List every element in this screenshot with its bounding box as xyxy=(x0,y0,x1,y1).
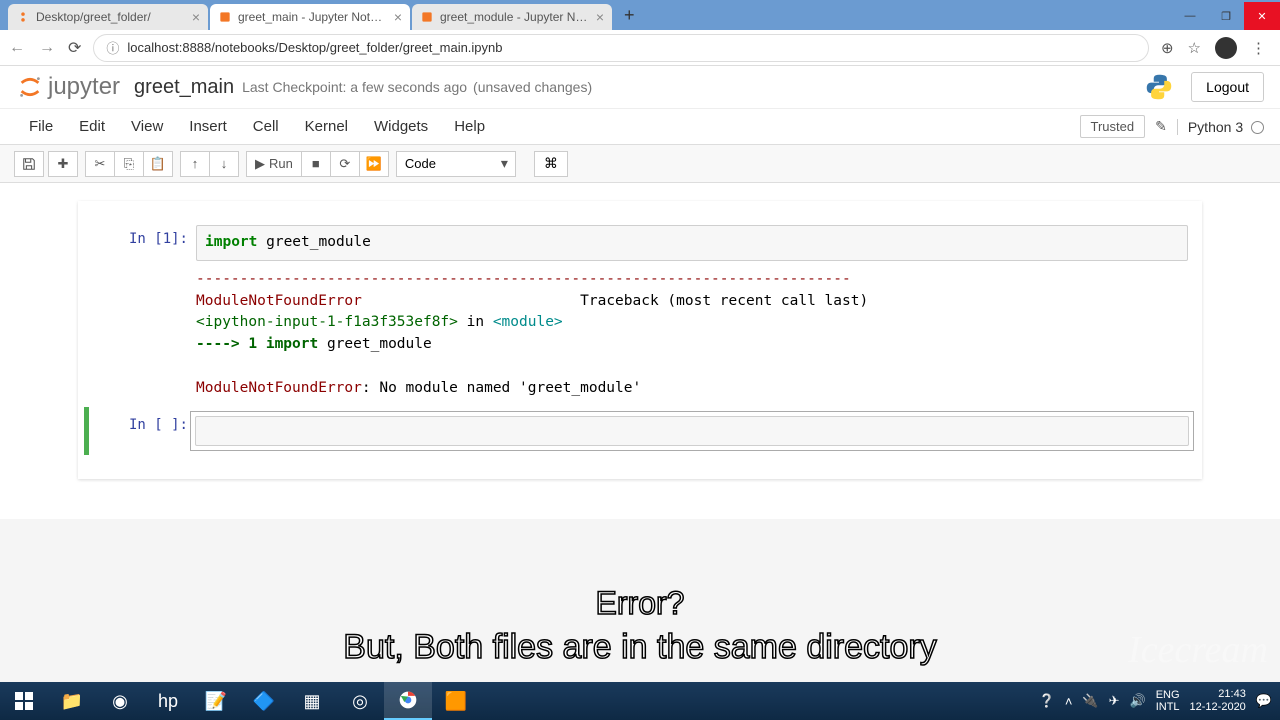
browser-tab-2[interactable]: greet_module - Jupyter Notebook × xyxy=(412,4,612,30)
close-icon[interactable]: × xyxy=(394,10,402,24)
move-up-button[interactable]: ↑ xyxy=(180,151,210,177)
file-explorer-icon[interactable]: 📁 xyxy=(48,682,96,720)
run-button[interactable]: ▶ Run xyxy=(246,151,302,177)
in-prompt: In [1]: xyxy=(86,225,196,407)
volume-icon[interactable]: 🔊 xyxy=(1130,693,1146,709)
maximize-button[interactable]: ❐ xyxy=(1208,2,1244,30)
start-button[interactable] xyxy=(0,682,48,720)
tab-title: greet_module - Jupyter Notebook xyxy=(440,10,590,24)
insert-cell-button[interactable]: ✚ xyxy=(48,151,78,177)
close-icon[interactable]: × xyxy=(596,10,604,24)
airplane-icon[interactable]: ✈ xyxy=(1109,693,1120,709)
browser-tab-1[interactable]: greet_main - Jupyter Notebook × xyxy=(210,4,410,30)
jupyter-logo[interactable]: jupyter xyxy=(16,73,120,101)
browser-tab-0[interactable]: Desktop/greet_folder/ × xyxy=(8,4,208,30)
address-bar: ← → ⟳ ⓘ localhost:8888/notebooks/Desktop… xyxy=(0,30,1280,66)
code-cell-2[interactable]: In [ ]: xyxy=(86,411,1194,451)
cell-type-select[interactable]: Code xyxy=(396,151,516,177)
jupyter-logo-text: jupyter xyxy=(48,73,120,101)
jupyter-notebook-icon xyxy=(218,10,232,24)
bookmark-icon[interactable]: ☆ xyxy=(1188,39,1201,57)
kernel-indicator-icon xyxy=(1251,121,1264,134)
unsaved-indicator: (unsaved changes) xyxy=(473,79,592,95)
jupyter-folder-icon xyxy=(16,10,30,24)
code-input[interactable]: import greet_module xyxy=(196,225,1188,261)
code-input[interactable] xyxy=(195,416,1189,446)
watermark: Icecream xyxy=(1128,628,1268,672)
taskbar-app-4[interactable]: ▦ xyxy=(288,682,336,720)
interrupt-button[interactable]: ■ xyxy=(301,151,331,177)
site-info-icon[interactable]: ⓘ xyxy=(106,38,119,57)
notebook-name[interactable]: greet_main xyxy=(134,76,234,99)
code-cell-1[interactable]: In [1]: import greet_module ------------… xyxy=(86,225,1194,407)
tab-title: Desktop/greet_folder/ xyxy=(36,10,186,24)
close-window-button[interactable]: ✕ xyxy=(1244,2,1280,30)
restart-button[interactable]: ⟳ xyxy=(330,151,360,177)
edit-icon[interactable]: ✎ xyxy=(1155,118,1167,135)
menu-edit[interactable]: Edit xyxy=(66,118,118,135)
help-icon[interactable]: ❔ xyxy=(1039,693,1055,709)
back-button[interactable]: ← xyxy=(8,39,26,57)
forward-button[interactable]: → xyxy=(38,39,56,57)
jupyter-header: jupyter greet_main Last Checkpoint: a fe… xyxy=(0,66,1280,109)
menu-file[interactable]: File xyxy=(16,118,66,135)
menu-kernel[interactable]: Kernel xyxy=(292,118,361,135)
python-logo-icon xyxy=(1145,73,1173,101)
menu-view[interactable]: View xyxy=(118,118,176,135)
command-palette-button[interactable]: ⌘ xyxy=(534,151,568,177)
jupyter-logo-icon xyxy=(16,73,44,101)
jupyter-menubar: File Edit View Insert Cell Kernel Widget… xyxy=(0,109,1280,145)
cut-button[interactable]: ✂ xyxy=(85,151,115,177)
battery-icon[interactable]: 🔌 xyxy=(1082,693,1098,709)
caption-line-2: But, Both files are in the same director… xyxy=(343,628,936,667)
menu-icon[interactable]: ⋮ xyxy=(1251,39,1266,57)
jupyter-app: jupyter greet_main Last Checkpoint: a fe… xyxy=(0,66,1280,519)
clock[interactable]: 21:4312-12-2020 xyxy=(1190,688,1246,714)
taskbar-app-6[interactable]: 🟧 xyxy=(432,682,480,720)
menu-cell[interactable]: Cell xyxy=(240,118,292,135)
trusted-indicator[interactable]: Trusted xyxy=(1080,115,1146,138)
menu-help[interactable]: Help xyxy=(441,118,498,135)
restart-run-all-button[interactable]: ⏩ xyxy=(359,151,389,177)
logout-button[interactable]: Logout xyxy=(1191,72,1264,102)
profile-avatar[interactable] xyxy=(1215,37,1237,59)
browser-tab-strip: Desktop/greet_folder/ × greet_main - Jup… xyxy=(0,0,1280,30)
taskbar-app-2[interactable]: 📝 xyxy=(192,682,240,720)
window-controls: — ❐ ✕ xyxy=(1172,2,1280,30)
notebook-container: In [1]: import greet_module ------------… xyxy=(0,183,1280,519)
menu-insert[interactable]: Insert xyxy=(176,118,240,135)
language-indicator[interactable]: ENGINTL xyxy=(1156,689,1180,713)
chrome-icon[interactable] xyxy=(384,682,432,720)
windows-taskbar: 📁 ◉ hp 📝 🔷 ▦ ◎ 🟧 ❔ ˄ 🔌 ✈ 🔊 ENGINTL 21:43… xyxy=(0,682,1280,720)
jupyter-toolbar: ✚ ✂ ⎘ 📋 ↑ ↓ ▶ Run ■ ⟳ ⏩ Code ⌘ xyxy=(0,145,1280,183)
system-tray: ❔ ˄ 🔌 ✈ 🔊 ENGINTL 21:4312-12-2020 💬 xyxy=(1039,688,1280,714)
zoom-icon[interactable]: ⊕ xyxy=(1161,39,1174,57)
notifications-icon[interactable]: 💬 xyxy=(1256,693,1272,709)
copy-button[interactable]: ⎘ xyxy=(114,151,144,177)
move-down-button[interactable]: ↓ xyxy=(209,151,239,177)
reload-button[interactable]: ⟳ xyxy=(68,38,81,58)
taskbar-app-5[interactable]: ◎ xyxy=(336,682,384,720)
taskbar-app-3[interactable]: 🔷 xyxy=(240,682,288,720)
taskbar-app-1[interactable]: ◉ xyxy=(96,682,144,720)
hp-icon[interactable]: hp xyxy=(144,682,192,720)
in-prompt: In [ ]: xyxy=(86,411,196,451)
close-icon[interactable]: × xyxy=(192,10,200,24)
cell-output: ----------------------------------------… xyxy=(196,261,1188,408)
paste-button[interactable]: 📋 xyxy=(143,151,173,177)
tray-chevron-icon[interactable]: ˄ xyxy=(1065,694,1073,709)
kernel-name[interactable]: Python 3 xyxy=(1177,119,1264,135)
tab-title: greet_main - Jupyter Notebook xyxy=(238,10,388,24)
minimize-button[interactable]: — xyxy=(1172,2,1208,30)
checkpoint-text: Last Checkpoint: a few seconds ago xyxy=(242,79,467,95)
new-tab-button[interactable]: + xyxy=(614,5,645,26)
caption-line-1: Error? xyxy=(596,585,685,622)
jupyter-notebook-icon xyxy=(420,10,434,24)
url-text: localhost:8888/notebooks/Desktop/greet_f… xyxy=(127,40,502,55)
url-input[interactable]: ⓘ localhost:8888/notebooks/Desktop/greet… xyxy=(93,34,1149,62)
menu-widgets[interactable]: Widgets xyxy=(361,118,441,135)
save-button[interactable] xyxy=(14,151,44,177)
